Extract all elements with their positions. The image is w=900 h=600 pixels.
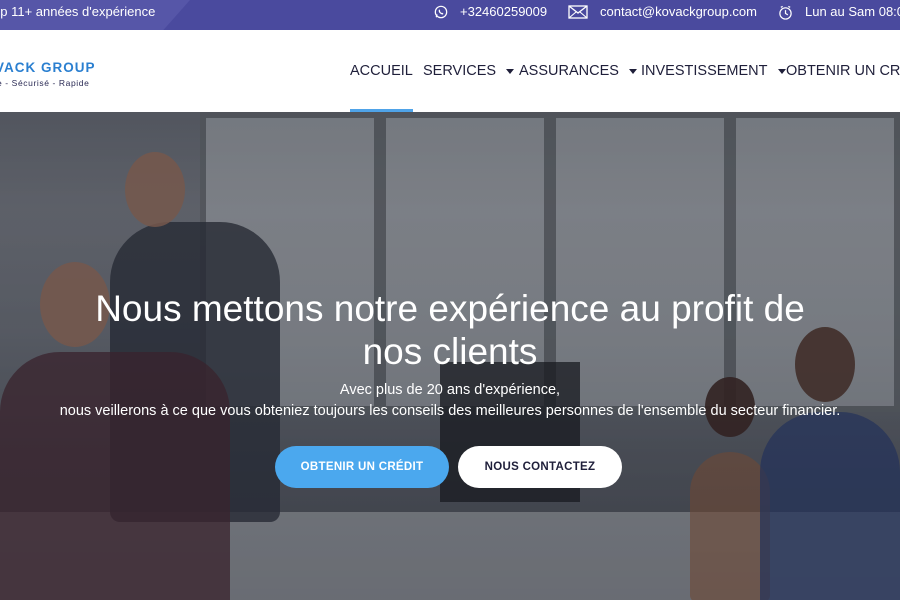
hero-title-line: Nous mettons notre expérience au profit …: [95, 288, 805, 329]
experience-banner: up 11+ années d'expérience: [0, 0, 190, 30]
chevron-down-icon: [628, 68, 637, 74]
phone-contact[interactable]: +32460259009: [434, 0, 547, 24]
hero-title-line: nos clients: [362, 331, 538, 372]
hero-subtitle-line: nous veillerons à ce que vous obteniez t…: [59, 403, 841, 419]
hero-section: Nous mettons notre expérience au profit …: [0, 112, 900, 600]
nav-item-services[interactable]: SERVICES: [423, 30, 515, 112]
email-address: contact@kovackgroup.com: [600, 4, 757, 19]
nav-item-label: OBTENIR UN CRÉ: [786, 63, 900, 79]
site-header: VACK GROUP e - Sécurisé - Rapide ACCUEIL…: [0, 30, 900, 112]
chevron-down-icon: [506, 68, 515, 74]
get-credit-button[interactable]: OBTENIR UN CRÉDIT: [275, 446, 449, 488]
top-bar: up 11+ années d'expérience +32460259009 …: [0, 0, 900, 30]
nav-item-investissement[interactable]: INVESTISSEMENT: [641, 30, 786, 112]
hero-title: Nous mettons notre expérience au profit …: [0, 287, 900, 373]
hours-text: Lun au Sam 08:00: [805, 4, 900, 19]
chevron-down-icon: [777, 68, 786, 74]
main-nav: ACCUEIL SERVICES ASSURANCES INVESTISSEME…: [0, 30, 900, 112]
mail-icon: [568, 5, 588, 19]
nav-item-accueil[interactable]: ACCUEIL: [350, 30, 413, 112]
nav-item-label: ACCUEIL: [350, 63, 413, 79]
contact-us-button[interactable]: NOUS CONTACTEZ: [458, 446, 622, 488]
opening-hours: Lun au Sam 08:00: [778, 0, 900, 24]
experience-text: up 11+ années d'expérience: [0, 4, 156, 19]
nav-item-obtenir-credit[interactable]: OBTENIR UN CRÉ: [786, 30, 900, 112]
phone-number: +32460259009: [460, 4, 548, 19]
nav-item-assurances[interactable]: ASSURANCES: [519, 30, 637, 112]
email-contact[interactable]: contact@kovackgroup.com: [568, 0, 757, 24]
nav-item-label: INVESTISSEMENT: [641, 63, 768, 79]
nav-item-label: SERVICES: [423, 63, 497, 79]
nav-item-label: ASSURANCES: [519, 63, 619, 79]
hero-subtitle: Avec plus de 20 ans d'expérience, nous v…: [0, 380, 900, 422]
whatsapp-icon: [434, 5, 448, 19]
hero-subtitle-line: Avec plus de 20 ans d'expérience,: [339, 382, 561, 398]
clock-icon: [779, 5, 792, 20]
